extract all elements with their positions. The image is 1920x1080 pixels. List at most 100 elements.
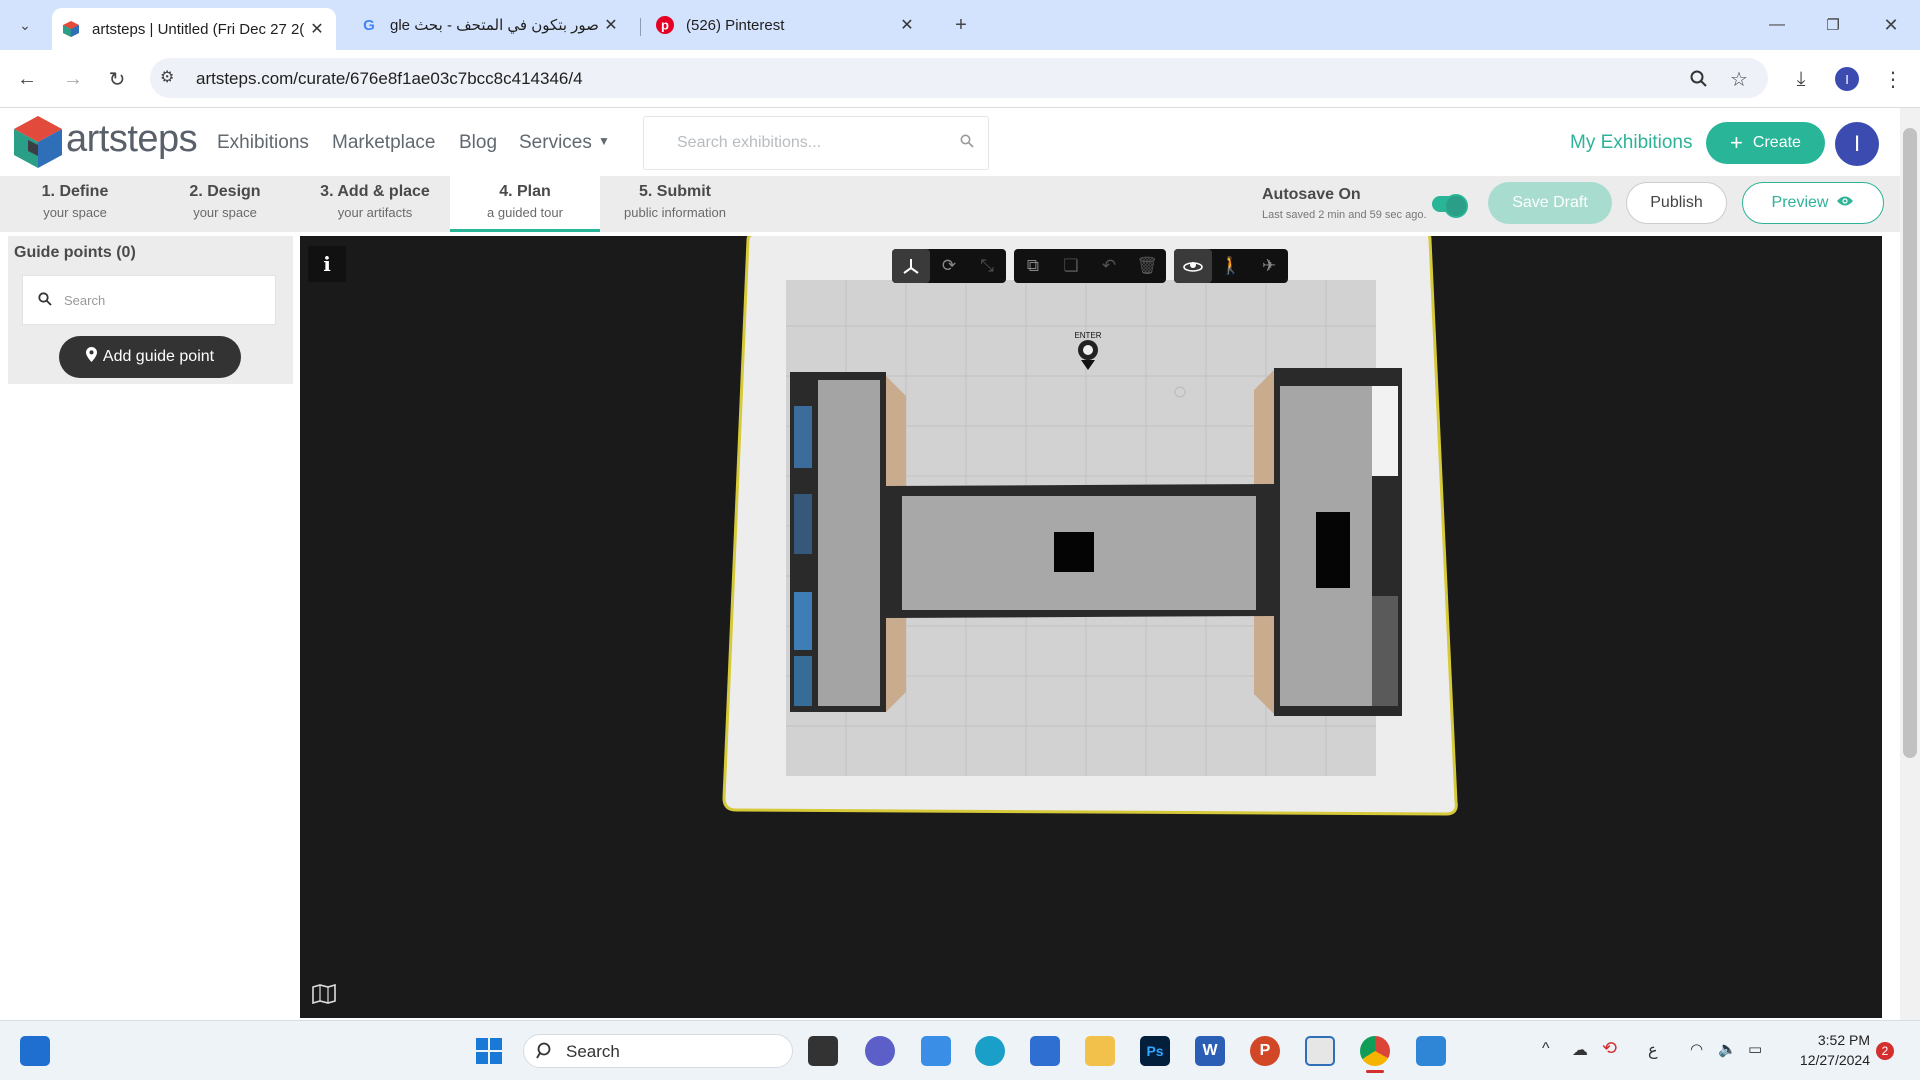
zoom-icon[interactable] (1684, 64, 1714, 94)
step-submit[interactable]: 5. Submit public information (600, 176, 750, 232)
sync-icon[interactable]: ⟲ (1602, 1038, 1617, 1059)
close-tab-icon[interactable]: ✕ (308, 19, 326, 39)
search-icon[interactable] (960, 134, 974, 153)
artsteps-favicon-icon (62, 20, 80, 38)
info-button[interactable]: i (308, 246, 346, 282)
photos-app-icon[interactable] (1416, 1036, 1446, 1066)
clock-date[interactable]: 12/27/2024 (1786, 1052, 1870, 1068)
orbit-view-icon[interactable] (1174, 249, 1212, 283)
drone-view-icon[interactable]: ✈ (1250, 249, 1288, 283)
step-design[interactable]: 2. Design your space (150, 176, 300, 232)
nav-blog[interactable]: Blog (459, 132, 497, 154)
powerpoint-icon[interactable]: P (1250, 1036, 1280, 1066)
user-avatar[interactable]: I (1835, 122, 1879, 166)
guide-search-placeholder: Search (64, 293, 106, 308)
new-tab-plus-icon[interactable]: + (946, 10, 976, 40)
copy-icon[interactable]: ❏ (1052, 249, 1090, 283)
tray-chevron-icon[interactable]: ^ (1542, 1040, 1550, 1058)
downloads-icon[interactable]: ⤓ (1786, 64, 1816, 94)
nav-services[interactable]: Services (519, 132, 592, 154)
nav-exhibitions[interactable]: Exhibitions (217, 132, 309, 154)
restore-window-icon[interactable]: ❐ (1818, 10, 1848, 40)
publish-button[interactable]: Publish (1626, 182, 1727, 224)
profile-avatar[interactable]: I (1832, 64, 1862, 94)
resize-icon[interactable]: ⤡ (968, 249, 1006, 283)
reload-icon[interactable]: ↻ (102, 64, 132, 94)
clock-time[interactable]: 3:52 PM (1800, 1032, 1870, 1048)
tab-google-search[interactable]: G صور بتكون في المتحف - بحث gle ✕ (350, 8, 630, 42)
walk-view-icon[interactable]: 🚶 (1212, 249, 1250, 283)
tab-pinterest[interactable]: p (526) Pinterest ✕ (646, 8, 926, 42)
site-logo-text[interactable]: artsteps (66, 118, 198, 161)
step-number: 5. Submit (638, 183, 711, 200)
notification-badge[interactable]: 2 (1876, 1042, 1894, 1060)
search-icon (38, 292, 52, 311)
site-info-icon[interactable]: ⚙ (160, 67, 174, 87)
step-add-place[interactable]: 3. Add & place your artifacts (300, 176, 450, 232)
step-subtitle: your space (193, 205, 257, 220)
back-arrow-icon[interactable]: ← (12, 64, 42, 94)
preview-button[interactable]: Preview (1742, 182, 1884, 224)
view-mode-group: 🚶 ✈ (1174, 249, 1288, 283)
battery-icon[interactable]: ▭ (1748, 1040, 1762, 1058)
edge-browser-icon[interactable] (975, 1036, 1005, 1066)
floor-plan-render[interactable]: ENTER (300, 236, 1882, 1018)
pinterest-favicon-icon: p (656, 16, 674, 34)
onedrive-icon[interactable]: ☁ (1572, 1040, 1588, 1060)
select-frame-icon[interactable]: ⧉ (1014, 249, 1052, 283)
file-explorer-icon[interactable] (1085, 1036, 1115, 1066)
autosave-toggle[interactable] (1432, 194, 1468, 218)
guide-search-input[interactable] (22, 275, 276, 325)
widgets-icon[interactable] (20, 1036, 50, 1066)
app-hexagon-icon[interactable] (1305, 1036, 1335, 1066)
file-manager-app-icon[interactable] (808, 1036, 838, 1066)
word-icon[interactable]: W (1195, 1036, 1225, 1066)
browser-tab-strip: ⌄ artsteps | Untitled (Fri Dec 27 2( ✕ G… (0, 0, 1920, 50)
preview-label: Preview (1771, 194, 1829, 211)
bookmark-star-icon[interactable]: ☆ (1724, 64, 1754, 94)
step-number: 1. Define (41, 183, 109, 200)
my-exhibitions-link[interactable]: My Exhibitions (1570, 132, 1693, 154)
create-button[interactable]: + Create (1706, 122, 1825, 164)
rotate-icon[interactable]: ⟳ (930, 249, 968, 283)
url-text[interactable]: artsteps.com/curate/676e8f1ae03c7bcc8c41… (196, 69, 583, 89)
search-placeholder: Search exhibitions... (677, 134, 822, 151)
exhibition-3d-canvas[interactable]: ENTER (300, 236, 1882, 1018)
services-caret-icon[interactable]: ▼ (598, 134, 610, 148)
close-tab-icon[interactable]: ✕ (602, 15, 620, 35)
step-define[interactable]: 1. Define your space (0, 176, 150, 232)
forward-arrow-icon[interactable]: → (58, 64, 88, 94)
photoshop-icon[interactable]: Ps (1140, 1036, 1170, 1066)
axis-move-icon[interactable] (892, 249, 930, 283)
undo-icon[interactable]: ↶ (1090, 249, 1128, 283)
close-tab-icon[interactable]: ✕ (898, 15, 916, 35)
language-indicator[interactable]: ع (1648, 1040, 1658, 1060)
step-plan[interactable]: 4. Plan a guided tour (450, 176, 600, 232)
taskbar-search-box[interactable] (523, 1034, 793, 1068)
windows-start-icon[interactable] (474, 1036, 504, 1066)
chrome-icon[interactable] (1360, 1036, 1390, 1066)
tab-artsteps[interactable]: artsteps | Untitled (Fri Dec 27 2( ✕ (52, 8, 336, 50)
browser-menu-icon[interactable]: ⋮ (1878, 64, 1908, 94)
add-guide-point-button[interactable]: Add guide point (59, 336, 241, 378)
browser-toolbar: ← → ↻ ⚙ artsteps.com/curate/676e8f1ae03c… (0, 50, 1920, 108)
copilot-icon[interactable] (921, 1036, 951, 1066)
volume-icon[interactable]: 🔈 (1718, 1040, 1737, 1058)
close-window-icon[interactable]: ✕ (1876, 10, 1906, 40)
minimap-icon[interactable] (308, 980, 340, 1008)
microsoft-store-icon[interactable] (1030, 1036, 1060, 1066)
scrollbar-thumb[interactable] (1903, 128, 1917, 758)
autosave-label: Autosave On (1262, 186, 1361, 203)
artsteps-logo-icon[interactable] (14, 116, 62, 173)
tab-search-chevron-icon[interactable]: ⌄ (10, 10, 40, 40)
save-draft-button[interactable]: Save Draft (1488, 182, 1612, 224)
plus-icon: + (1730, 130, 1743, 155)
minimize-window-icon[interactable]: — (1762, 10, 1792, 40)
step-number: 4. Plan (499, 183, 551, 200)
trash-icon[interactable]: 🗑 (1128, 249, 1166, 283)
step-subtitle: a guided tour (487, 205, 563, 220)
teams-chat-icon[interactable] (865, 1036, 895, 1066)
nav-marketplace[interactable]: Marketplace (332, 132, 436, 154)
tab-title: artsteps | Untitled (Fri Dec 27 2( (92, 20, 305, 38)
wifi-icon[interactable]: ◠ (1690, 1040, 1703, 1058)
